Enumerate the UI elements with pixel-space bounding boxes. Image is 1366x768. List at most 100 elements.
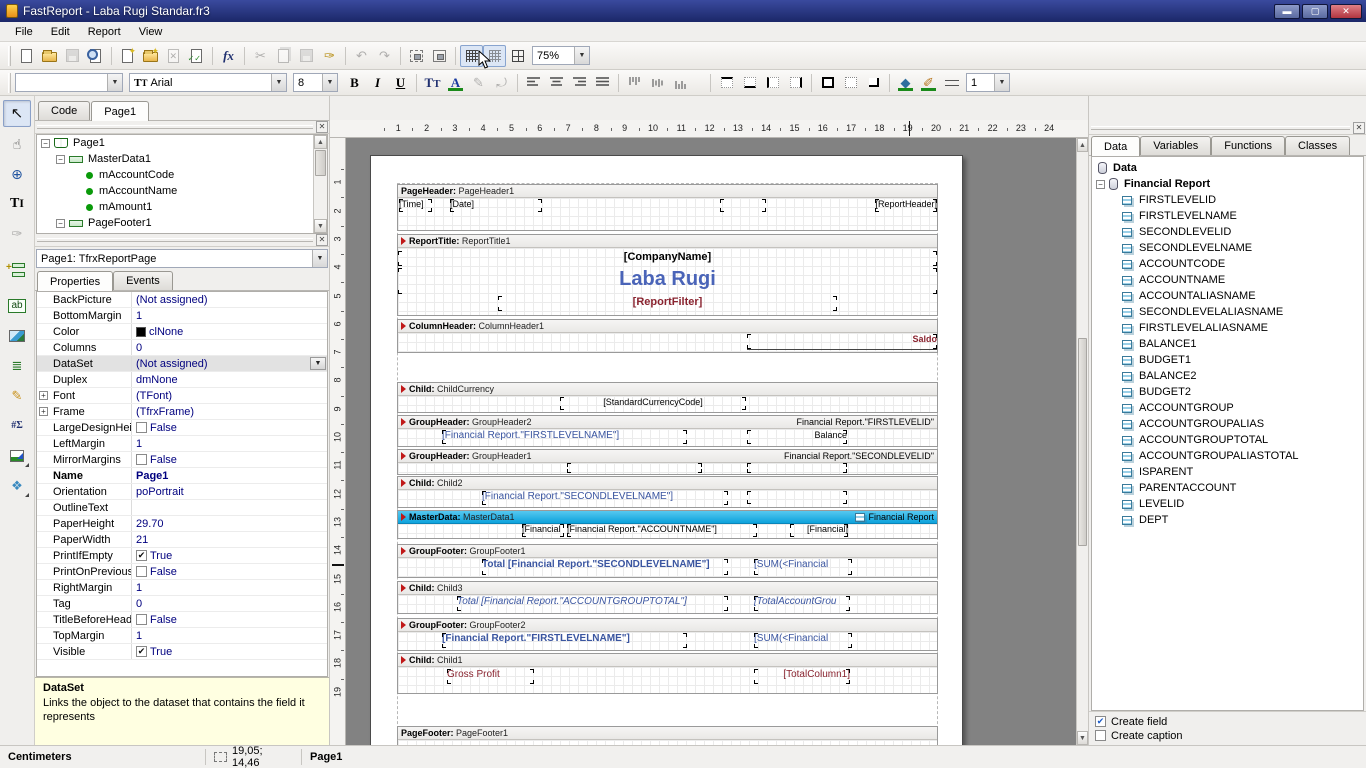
font-combobox[interactable]: TT Arial ▼ bbox=[129, 73, 287, 92]
report-object[interactable] bbox=[747, 463, 847, 473]
report-object[interactable]: [Financial Report."FIRSTLEVELNAME"] bbox=[442, 430, 687, 444]
tab-events[interactable]: Events bbox=[113, 271, 173, 290]
property-row-columns[interactable]: Columns0 bbox=[37, 340, 327, 356]
property-value[interactable]: (Not assigned) bbox=[132, 292, 327, 307]
property-value[interactable]: 1 bbox=[132, 628, 327, 643]
data-field-accountgroupaliastotal[interactable]: ACCOUNTGROUPALIASTOTAL bbox=[1092, 448, 1363, 464]
property-checkbox[interactable] bbox=[136, 454, 147, 465]
object-selector-combobox[interactable]: Page1: TfrxReportPage ▼ bbox=[36, 249, 328, 268]
band-header[interactable]: Child: Child2 bbox=[398, 477, 937, 490]
report-object[interactable] bbox=[747, 491, 847, 504]
report-object[interactable]: [TotalColumn1] bbox=[754, 669, 850, 684]
band-content[interactable]: [Financial Report."SECONDLEVELNAME"] bbox=[398, 490, 937, 507]
align-center-button[interactable] bbox=[545, 72, 568, 94]
scroll-down-icon[interactable]: ▼ bbox=[314, 219, 327, 233]
report-object[interactable]: Saldo bbox=[747, 334, 937, 350]
data-field-budget1[interactable]: BUDGET1 bbox=[1092, 352, 1363, 368]
band-header[interactable]: Child: ChildCurrency bbox=[398, 383, 937, 396]
report-tree-item-mamount1[interactable]: mAmount1 bbox=[37, 199, 327, 215]
report-object[interactable]: Total [Financial Report."ACCOUNTGROUPTOT… bbox=[457, 596, 728, 611]
chevron-down-icon[interactable]: ▼ bbox=[107, 74, 122, 91]
data-field-accountgrouptotal[interactable]: ACCOUNTGROUPTOTAL bbox=[1092, 432, 1363, 448]
property-value[interactable]: 1 bbox=[132, 436, 327, 451]
property-value[interactable]: 1 bbox=[132, 580, 327, 595]
band-content[interactable]: Saldo bbox=[398, 333, 937, 352]
create-field-checkbox[interactable]: ✔ bbox=[1095, 716, 1106, 727]
data-field-firstlevelaliasname[interactable]: FIRSTLEVELALIASNAME bbox=[1092, 320, 1363, 336]
property-value[interactable]: Page1 bbox=[132, 468, 327, 483]
band-pagefooter1[interactable]: PageFooter: PageFooter1 bbox=[397, 726, 938, 745]
band-header[interactable]: ColumnHeader: ColumnHeader1 bbox=[398, 320, 937, 333]
data-field-budget2[interactable]: BUDGET2 bbox=[1092, 384, 1363, 400]
copy-format-tool-button[interactable]: ✑ bbox=[3, 220, 31, 247]
zoom-combobox[interactable]: 75% ▼ bbox=[532, 46, 590, 65]
property-row-orientation[interactable]: OrientationpoPortrait bbox=[37, 484, 327, 500]
report-object[interactable]: Total [Financial Report."SECONDLEVELNAME… bbox=[482, 559, 728, 575]
band-content[interactable]: [Financial Report."FIRSTLEVELNAME"] Balan… bbox=[398, 429, 937, 446]
band-header[interactable]: Child: Child1 bbox=[398, 654, 937, 667]
frame-width-combobox[interactable]: 1 ▼ bbox=[966, 73, 1010, 92]
band-content[interactable]: [Financial Report."FIRSTLEVELNAME"][SUM(… bbox=[398, 632, 937, 650]
band-content[interactable] bbox=[398, 463, 937, 474]
font-settings-button[interactable]: TT bbox=[421, 72, 444, 94]
panel-grip[interactable] bbox=[37, 238, 313, 242]
system-text-button[interactable]: #Σ bbox=[3, 412, 31, 439]
property-value[interactable] bbox=[132, 500, 327, 515]
band-header[interactable]: PageHeader: PageHeader1 bbox=[398, 185, 937, 198]
report-object[interactable]: [CompanyName] bbox=[398, 251, 937, 266]
property-value[interactable]: False bbox=[132, 452, 327, 467]
format-painter-button[interactable]: ✑ bbox=[318, 45, 341, 67]
create-caption-checkbox[interactable] bbox=[1095, 730, 1106, 741]
dataset-financial-report[interactable]: −Financial Report bbox=[1092, 176, 1363, 192]
property-row-visible[interactable]: Visible✔True bbox=[37, 644, 327, 660]
collapse-icon[interactable]: − bbox=[1096, 180, 1105, 189]
tab-code[interactable]: Code bbox=[38, 101, 90, 120]
band-groupheader1[interactable]: GroupHeader: GroupHeader1Financial Repor… bbox=[397, 449, 938, 475]
band-masterdata1[interactable]: MasterData: MasterData1Financial Report[… bbox=[397, 510, 938, 539]
data-field-secondlevelid[interactable]: SECONDLEVELID bbox=[1092, 224, 1363, 240]
chevron-down-icon[interactable]: ▼ bbox=[271, 74, 286, 91]
subreport-object-button[interactable]: ≣ bbox=[3, 352, 31, 379]
data-field-accountgroupalias[interactable]: ACCOUNTGROUPALIAS bbox=[1092, 416, 1363, 432]
tab-classes[interactable]: Classes bbox=[1285, 136, 1350, 155]
band-childcurrency[interactable]: Child: ChildCurrency[StandardCurrencyCod… bbox=[397, 382, 938, 413]
data-field-dept[interactable]: DEPT bbox=[1092, 512, 1363, 528]
text-tool-button[interactable]: TI bbox=[3, 190, 31, 217]
font-color-button[interactable]: A bbox=[444, 72, 467, 94]
band-groupheader2[interactable]: GroupHeader: GroupHeader2Financial Repor… bbox=[397, 415, 938, 447]
property-value[interactable]: (TFont) bbox=[132, 388, 327, 403]
save-report-button[interactable] bbox=[61, 45, 84, 67]
property-row-backpicture[interactable]: BackPicture(Not assigned) bbox=[37, 292, 327, 308]
collapse-icon[interactable]: − bbox=[41, 139, 50, 148]
data-field-isparent[interactable]: ISPARENT bbox=[1092, 464, 1363, 480]
property-checkbox[interactable] bbox=[136, 422, 147, 433]
report-object[interactable]: [Financial] bbox=[790, 524, 848, 537]
data-field-levelid[interactable]: LEVELID bbox=[1092, 496, 1363, 512]
draw-object-button[interactable]: ✎ bbox=[3, 382, 31, 409]
collapse-icon[interactable]: − bbox=[56, 219, 65, 228]
report-object[interactable]: [SUM(<Financial bbox=[754, 633, 852, 648]
toolbar-grip2[interactable] bbox=[8, 73, 11, 93]
close-icon[interactable]: ✕ bbox=[1353, 122, 1365, 134]
fill-color-button[interactable]: ◆ bbox=[894, 72, 917, 94]
frame-all-button[interactable] bbox=[816, 72, 839, 94]
report-object[interactable]: Balance bbox=[747, 430, 847, 444]
preview-button[interactable] bbox=[84, 45, 107, 67]
collapse-icon[interactable]: − bbox=[56, 155, 65, 164]
report-tree-item-masterdata1[interactable]: −MasterData1 bbox=[37, 151, 327, 167]
align-bottom-button[interactable] bbox=[669, 72, 692, 94]
more-objects-button[interactable]: ❖ bbox=[3, 472, 31, 499]
tab-data[interactable]: Data bbox=[1091, 136, 1140, 156]
property-value[interactable]: False bbox=[132, 564, 327, 579]
frame-style-button[interactable] bbox=[940, 72, 963, 94]
property-checkbox[interactable] bbox=[136, 614, 147, 625]
report-page[interactable]: PageHeader: PageHeader1[Time][Date][Repo… bbox=[370, 155, 963, 745]
property-value[interactable]: False bbox=[132, 420, 327, 435]
cut-button[interactable]: ✂ bbox=[249, 45, 272, 67]
band-header[interactable]: MasterData: MasterData1Financial Report bbox=[398, 511, 937, 524]
band-content[interactable]: [Financial[Financial Report."ACCOUNTNAME… bbox=[398, 524, 937, 538]
property-row-outlinetext[interactable]: OutlineText bbox=[37, 500, 327, 516]
variables-button[interactable]: fx bbox=[217, 45, 240, 67]
delete-page-button[interactable] bbox=[162, 45, 185, 67]
band-content[interactable]: [Time][Date][ReportHeader] bbox=[398, 198, 937, 230]
